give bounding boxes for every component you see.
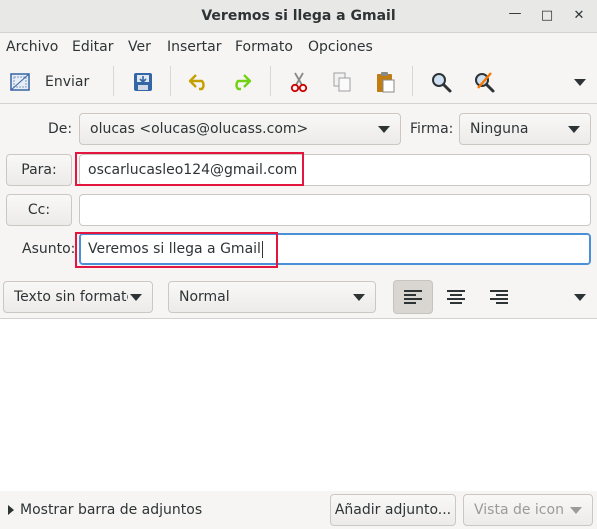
paragraph-style-value: Normal [179,289,230,305]
maximize-icon[interactable]: □ [539,8,555,24]
chevron-down-icon [568,125,580,133]
menu-ver[interactable]: Ver [128,39,151,55]
attachment-bar: Mostrar barra de adjuntos Añadir adjunto… [0,491,597,529]
attachments-toggle[interactable]: Mostrar barra de adjuntos [8,502,202,518]
highlight-box [75,152,304,186]
attachments-toggle-label: Mostrar barra de adjuntos [20,502,203,518]
paragraph-style-combo[interactable]: Normal [168,281,376,313]
toolbar-separator [412,66,413,96]
align-right-icon [490,290,508,304]
add-attachment-label: Añadir adjunto... [334,502,452,518]
find-button[interactable] [426,68,456,96]
minimize-icon[interactable]: — [507,6,523,22]
spellcheck-button[interactable] [469,68,499,96]
align-center-icon [447,290,465,304]
chevron-down-icon [353,293,365,301]
view-mode-value: Vista de icono [474,502,564,518]
menu-formato[interactable]: Formato [235,39,293,55]
toolbar-separator [170,66,171,96]
text-mode-combo[interactable]: Texto sin formato [3,281,153,313]
menu-bar: Archivo Editar Ver Insertar Formato Opci… [0,34,597,60]
chevron-down-icon [130,293,142,301]
to-button-label: Para: [21,162,57,178]
add-attachment-button[interactable]: Añadir adjunto... [330,494,456,526]
expander-icon [8,505,14,515]
toolbar-separator [113,66,114,96]
paste-icon [377,72,395,93]
signature-value: Ninguna [470,121,529,137]
menu-archivo[interactable]: Archivo [6,39,58,55]
from-combo[interactable]: olucas <olucas@olucass.com> [79,113,401,145]
paste-button[interactable] [370,68,400,96]
undo-icon [188,74,205,91]
signature-combo[interactable]: Ninguna [459,113,591,145]
align-center-button[interactable] [436,280,476,314]
undo-button[interactable] [184,68,214,96]
cc-button[interactable]: Cc: [6,194,72,226]
redo-icon [235,74,252,91]
menu-insertar[interactable]: Insertar [167,39,222,55]
chevron-down-icon [378,125,390,133]
copy-icon [333,72,351,92]
find-icon [432,73,452,93]
spellcheck-icon [475,72,495,93]
overflow-icon [574,78,586,86]
menu-opciones[interactable]: Opciones [308,39,373,55]
title-bar: Veremos si llega a Gmail — □ ✕ [0,0,597,33]
cut-button[interactable] [284,68,314,96]
signature-label: Firma: [410,121,454,137]
from-value: olucas <olucas@olucass.com> [90,121,309,137]
text-mode-value: Texto sin formato [14,289,128,305]
cc-button-label: Cc: [27,202,51,218]
send-button[interactable]: Enviar [8,68,100,96]
toolbar-divider [0,103,597,104]
align-left-icon [404,290,422,304]
close-icon[interactable]: ✕ [571,8,587,24]
toolbar-overflow-button[interactable] [562,68,592,96]
to-button[interactable]: Para: [6,154,72,186]
toolbar: Enviar [0,62,597,102]
redo-button[interactable] [226,68,256,96]
message-body[interactable] [0,319,597,491]
format-overflow-button[interactable] [562,283,592,311]
chevron-down-icon [570,506,582,514]
highlight-box [75,232,278,268]
save-icon [134,73,152,91]
send-label: Enviar [45,74,90,90]
cc-field[interactable] [79,194,591,226]
align-right-button[interactable] [479,280,519,314]
from-label: De: [48,121,73,137]
send-icon [10,73,30,91]
toolbar-separator [270,66,271,96]
align-left-button[interactable] [393,280,433,314]
overflow-icon [574,293,586,301]
cut-icon [290,72,308,93]
subject-label: Asunto: [22,241,76,257]
copy-button[interactable] [327,68,357,96]
menu-editar[interactable]: Editar [72,39,113,55]
view-mode-combo[interactable]: Vista de icono [463,494,593,526]
save-button[interactable] [128,68,158,96]
